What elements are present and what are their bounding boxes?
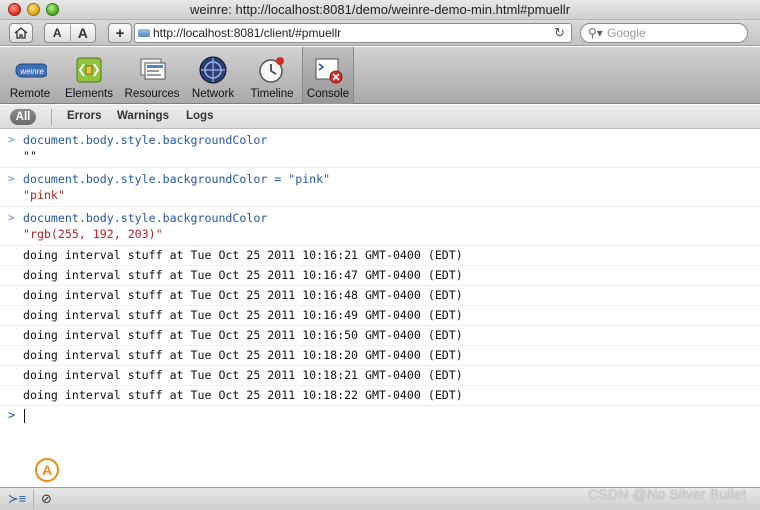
toolbar-console-label: Console	[306, 88, 350, 100]
window-title: weinre: http://localhost:8081/demo/weinr…	[189, 2, 571, 17]
text-caret	[24, 409, 25, 423]
console-log-line: doing interval stuff at Tue Oct 25 2011 …	[0, 266, 760, 286]
inspector-toolbar: weinre Remote Elements Resources Network	[0, 47, 760, 104]
toolbar-network-label: Network	[191, 88, 235, 100]
search-icon: ⚲▾	[588, 26, 603, 40]
entry-prompt: >	[8, 211, 15, 224]
toolbar-network[interactable]: Network	[186, 47, 240, 104]
console-command: document.body.style.backgroundColor	[23, 211, 268, 225]
filter-logs[interactable]: Logs	[186, 110, 213, 122]
console-output[interactable]: > document.body.style.backgroundColor ""…	[0, 129, 760, 486]
toolbar-resources[interactable]: Resources	[120, 47, 184, 104]
toolbar-timeline-label: Timeline	[250, 88, 294, 100]
timeline-icon	[259, 57, 284, 83]
console-log-line: doing interval stuff at Tue Oct 25 2011 …	[0, 366, 760, 386]
text-size-buttons: A A	[44, 23, 96, 43]
window-titlebar: weinre: http://localhost:8081/demo/weinr…	[0, 0, 760, 20]
add-bookmark-button[interactable]: +	[108, 23, 132, 43]
home-button[interactable]	[9, 23, 33, 43]
console-log-line: doing interval stuff at Tue Oct 25 2011 …	[0, 246, 760, 266]
favicon-icon	[138, 29, 150, 37]
reload-icon[interactable]: ↻	[554, 24, 565, 42]
console-log-line: doing interval stuff at Tue Oct 25 2011 …	[0, 386, 760, 406]
filter-all[interactable]: All	[10, 109, 36, 125]
weinre-logo-icon: weinre	[15, 63, 47, 78]
entry-prompt: >	[8, 133, 15, 146]
clear-console-icon[interactable]: ⊘	[33, 489, 59, 509]
console-command: document.body.style.backgroundColor	[23, 133, 268, 147]
input-prompt: >	[8, 408, 16, 422]
console-result: "pink"	[23, 188, 65, 202]
address-toolbar: A A + http://localhost:8081/client/#pmue…	[0, 20, 760, 46]
console-command: document.body.style.backgroundColor = "p…	[23, 172, 331, 186]
console-entry: > document.body.style.backgroundColor ""	[0, 129, 760, 168]
console-entry: > document.body.style.backgroundColor = …	[0, 168, 760, 207]
elements-icon	[76, 57, 102, 83]
toolbar-console[interactable]: Console	[302, 47, 354, 104]
home-icon	[14, 27, 28, 39]
console-entry: > document.body.style.backgroundColor "r…	[0, 207, 760, 246]
filter-divider	[51, 109, 52, 125]
console-result: ""	[23, 149, 37, 163]
network-icon	[199, 56, 227, 84]
toolbar-elements[interactable]: Elements	[60, 47, 118, 104]
svg-text:weinre: weinre	[20, 67, 44, 76]
toolbar-remote-label: Remote	[9, 88, 51, 100]
text-smaller-button[interactable]: A	[45, 26, 70, 40]
search-placeholder: Google	[607, 26, 646, 40]
url-text: http://localhost:8081/client/#pmuellr	[153, 26, 342, 40]
console-filter-bar: All Errors Warnings Logs	[0, 105, 760, 129]
overlay-a-badge-icon: A	[35, 458, 59, 482]
toolbar-elements-label: Elements	[65, 88, 113, 100]
toolbar-remote[interactable]: weinre Remote	[2, 47, 58, 104]
console-log-line: doing interval stuff at Tue Oct 25 2011 …	[0, 326, 760, 346]
console-log-line: doing interval stuff at Tue Oct 25 2011 …	[0, 346, 760, 366]
toolbar-timeline[interactable]: Timeline	[244, 47, 300, 104]
toolbar-resources-label: Resources	[124, 88, 180, 100]
resources-icon	[140, 58, 166, 80]
console-log-line: doing interval stuff at Tue Oct 25 2011 …	[0, 306, 760, 326]
console-toggle-icon[interactable]: ≻≡	[4, 489, 30, 509]
console-result: "rgb(255, 192, 203)"	[23, 227, 163, 241]
watermark: CSDN @No Silver Bullet	[588, 486, 746, 502]
console-icon	[315, 58, 343, 84]
url-field[interactable]: http://localhost:8081/client/#pmuellr ↻	[134, 23, 572, 43]
filter-warnings[interactable]: Warnings	[117, 110, 169, 122]
filter-errors[interactable]: Errors	[67, 110, 102, 122]
entry-prompt: >	[8, 172, 15, 185]
console-prompt-input[interactable]: >	[0, 406, 760, 426]
text-bigger-button[interactable]: A	[69, 25, 96, 41]
console-log-line: doing interval stuff at Tue Oct 25 2011 …	[0, 286, 760, 306]
search-input[interactable]: ⚲▾ Google	[580, 23, 748, 43]
